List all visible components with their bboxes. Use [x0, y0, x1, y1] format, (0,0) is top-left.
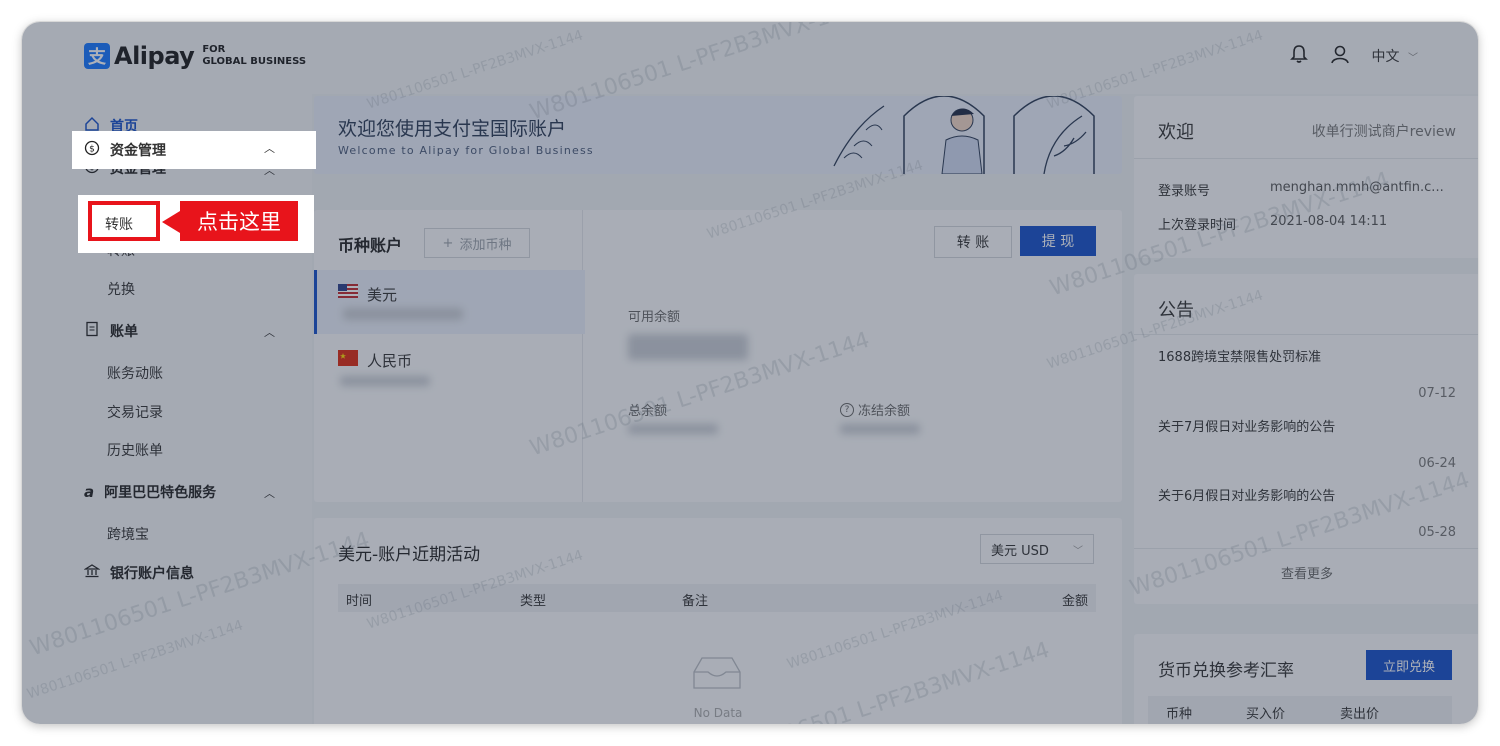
help-circle-icon[interactable]: ?: [840, 402, 854, 417]
activity-table-header: 时间 类型 备注 金额: [338, 584, 1096, 612]
col-type: 类型: [520, 594, 547, 609]
chevron-up-icon[interactable]: ︿: [264, 324, 275, 340]
bank-icon: [83, 563, 101, 583]
currency-select[interactable]: 美元 USD ﹀: [980, 534, 1094, 564]
language-selector[interactable]: 中文 ﹀: [1372, 46, 1418, 66]
sidebar-item-ledger[interactable]: 账务动账: [107, 363, 163, 383]
currency-accounts-card: 币种账户 + 添加币种 美元 人民币 转 账 提 现 可用余额 总余额 ? 冻结…: [314, 210, 1122, 502]
brand-name: Alipay: [114, 42, 195, 70]
exchange-now-button[interactable]: 立即兑换: [1366, 650, 1452, 680]
available-balance-label: 可用余额: [628, 310, 681, 325]
banner-subtitle: Welcome to Alipay for Global Business: [338, 144, 594, 157]
divider: [1134, 548, 1478, 549]
col-time: 时间: [346, 594, 373, 609]
welcome-banner: 欢迎您使用支付宝国际账户 Welcome to Alipay for Globa…: [314, 96, 1122, 174]
col-buy: 买入价: [1246, 707, 1286, 722]
login-account-value: menghan.mmh@antfin.c...: [1270, 180, 1444, 195]
frozen-balance-label: ? 冻结余额: [840, 400, 910, 419]
recent-activity-card: 美元-账户近期活动 美元 USD ﹀ 时间 类型 备注 金额 No Data: [314, 518, 1122, 724]
divider: [1134, 334, 1478, 335]
alibaba-icon: a: [84, 483, 95, 501]
banner-illustration: [833, 96, 1095, 174]
transfer-button[interactable]: 转 账: [934, 226, 1012, 258]
currency-name-usd: 美元: [367, 286, 398, 304]
click-here-callout: 点击这里: [180, 201, 298, 241]
usd-balance-blurred: [343, 308, 463, 320]
sidebar-item-alibaba[interactable]: a 阿里巴巴特色服务: [84, 482, 216, 502]
total-balance-blurred: [628, 424, 718, 434]
notice-date: 06-24: [1418, 456, 1456, 471]
notice-date: 07-12: [1418, 386, 1456, 401]
sidebar-item-history-bills[interactable]: 历史账单: [107, 440, 163, 460]
col-amount: 金额: [1061, 594, 1088, 609]
receipt-icon: [84, 321, 100, 341]
col-sell: 卖出价: [1340, 707, 1380, 722]
sidebar-item-bank[interactable]: 银行账户信息: [83, 563, 194, 583]
notice-item[interactable]: 关于6月假日对业务影响的公告: [1158, 485, 1335, 504]
china-flag-icon: [338, 350, 358, 366]
divider: [1134, 158, 1478, 159]
available-balance-blurred: [628, 334, 748, 360]
view-more-link[interactable]: 查看更多: [1134, 563, 1478, 582]
transfer-red-frame[interactable]: 转账: [88, 201, 160, 241]
sidebar-item-exchange[interactable]: 兑换: [107, 279, 135, 299]
merchant-name: 收单行测试商户review: [1311, 124, 1456, 140]
notice-item[interactable]: 关于7月假日对业务影响的公告: [1158, 416, 1335, 435]
total-balance-label: 总余额: [628, 404, 668, 419]
login-account-label: 登录账号: [1158, 184, 1211, 199]
col-remark: 备注: [682, 594, 709, 609]
sidebar-item-kuajingbao[interactable]: 跨境宝: [107, 524, 149, 544]
empty-state-text: No Data: [693, 706, 743, 720]
activity-title: 美元-账户近期活动: [338, 545, 481, 565]
withdraw-button[interactable]: 提 现: [1020, 226, 1096, 256]
funds-menu-label: 资金管理: [110, 143, 166, 159]
notices-card: 公告 1688跨境宝禁限售处罚标准 07-12 关于7月假日对业务影响的公告 0…: [1134, 274, 1478, 604]
add-currency-button[interactable]: + 添加币种: [424, 228, 530, 258]
sidebar: 首页 $ 资金管理 ︿ 提现 转账 兑换 账单 ︿ 账务动账 交易记录 历史账单…: [22, 94, 312, 724]
transfer-menu-label: 转账: [105, 217, 133, 233]
alipay-logo-icon: 支: [84, 43, 110, 69]
welcome-title: 欢迎: [1158, 122, 1194, 143]
last-login-value: 2021-08-04 14:11: [1270, 214, 1388, 229]
currency-name-cny: 人民币: [367, 352, 413, 370]
accounts-title: 币种账户: [338, 236, 403, 255]
sidebar-item-bills[interactable]: 账单: [84, 321, 138, 341]
chevron-up-icon: ︿: [264, 142, 275, 155]
frozen-balance-blurred: [840, 424, 920, 434]
transfer-highlight[interactable]: 转账 点击这里: [78, 195, 314, 253]
plus-icon: +: [442, 235, 454, 251]
rates-table-header: 币种 买入价 卖出价: [1148, 696, 1452, 724]
last-login-label: 上次登录时间: [1158, 218, 1237, 233]
chevron-up-icon[interactable]: ︿: [264, 485, 275, 501]
bell-icon[interactable]: [1289, 44, 1308, 68]
dollar-circle-icon: $: [84, 140, 100, 160]
chevron-down-icon: ﹀: [1408, 53, 1418, 64]
main-content: 欢迎您使用支付宝国际账户 Welcome to Alipay for Globa…: [314, 94, 1122, 724]
arrow-left-icon: [162, 211, 180, 233]
app-window: 支 Alipay FOR GLOBAL BUSINESS 中文 ﹀ 首页 资金管…: [22, 22, 1478, 724]
banner-title: 欢迎您使用支付宝国际账户: [338, 118, 567, 140]
welcome-card: 欢迎 收单行测试商户review 登录账号 menghan.mmh@antfin…: [1134, 96, 1478, 258]
us-flag-icon: [338, 284, 358, 298]
rates-title: 货币兑换参考汇率: [1158, 661, 1294, 681]
header-actions: 中文 ﹀: [1289, 44, 1418, 68]
brand-subtitle: FOR GLOBAL BUSINESS: [202, 44, 307, 67]
notice-item[interactable]: 1688跨境宝禁限售处罚标准: [1158, 346, 1321, 365]
empty-inbox-icon: [693, 657, 741, 689]
sidebar-item-transactions[interactable]: 交易记录: [107, 402, 163, 422]
exchange-rates-card: 货币兑换参考汇率 立即兑换 币种 买入价 卖出价: [1134, 634, 1478, 724]
alipay-logo[interactable]: 支 Alipay FOR GLOBAL BUSINESS: [84, 42, 306, 70]
currency-item-usd[interactable]: 美元: [314, 270, 585, 334]
user-icon[interactable]: [1330, 44, 1350, 68]
top-bar: 支 Alipay FOR GLOBAL BUSINESS 中文 ﹀: [22, 22, 1478, 94]
notices-title: 公告: [1158, 300, 1194, 321]
col-currency: 币种: [1166, 707, 1193, 722]
svg-text:$: $: [89, 145, 95, 155]
currency-list: 币种账户 + 添加币种 美元 人民币: [314, 210, 585, 502]
chevron-down-icon: ﹀: [1073, 545, 1083, 557]
cny-balance-blurred: [340, 376, 430, 386]
currency-item-cny[interactable]: 人民币: [314, 336, 582, 400]
notice-date: 05-28: [1418, 525, 1456, 540]
funds-menu-highlight[interactable]: $ 资金管理 ︿: [72, 131, 316, 169]
